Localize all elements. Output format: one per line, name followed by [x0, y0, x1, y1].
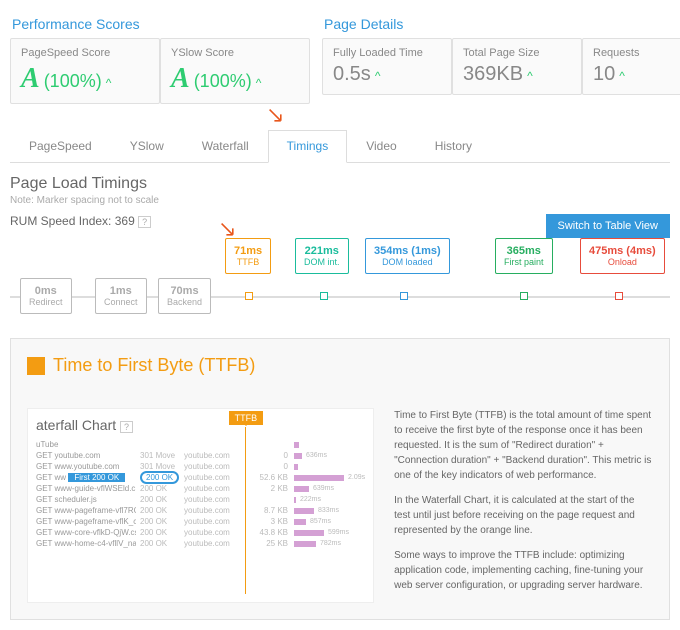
pagespeed-grade: A — [21, 63, 40, 95]
page-details-title: Page Details — [322, 10, 662, 36]
ttfb-description: Time to First Byte (TTFB) is the total a… — [394, 408, 653, 603]
requests-label: Requests — [593, 47, 680, 59]
size-label: Total Page Size — [463, 47, 571, 59]
ttfb-color-swatch — [27, 357, 45, 375]
pagespeed-score-card: PageSpeed Score A (100%) ^ — [10, 38, 160, 104]
waterfall-row: GET ww First 200 OK200 OKyoutube.com52.6… — [36, 472, 365, 483]
annotation-arrow-icon — [220, 222, 236, 238]
annotation-arrow-icon — [268, 108, 284, 124]
waterfall-row: GET www-guide-vflWSEld.c200 OKyoutube.co… — [36, 483, 365, 494]
requests-value: 10 — [593, 63, 615, 86]
page-size-card: Total Page Size 369KB ^ — [452, 38, 582, 95]
switch-table-view-button[interactable]: Switch to Table View — [546, 214, 670, 238]
yslow-grade: A — [171, 63, 190, 95]
marker-redirect: 0msRedirect — [20, 278, 72, 314]
caret-up-icon: ^ — [106, 76, 112, 90]
ttfb-vertical-line — [245, 427, 246, 594]
ttfb-title: Time to First Byte (TTFB) — [53, 355, 255, 376]
waterfall-row: GET scheduler.js200 OKyoutube.com222ms — [36, 494, 365, 505]
caret-up-icon: ^ — [256, 76, 262, 90]
waterfall-row: GET www-core-vflkD-QjW.cs200 OKyoutube.c… — [36, 527, 365, 538]
tab-video[interactable]: Video — [347, 130, 415, 162]
caret-up-icon: ^ — [375, 69, 381, 83]
timings-title: Page Load Timings — [10, 175, 670, 193]
waterfall-row: GET youtube.com301 Moveyoutube.com0636ms — [36, 450, 365, 461]
pagespeed-pct: (100%) — [44, 71, 102, 92]
marker-dom-loaded: 354ms (1ms)DOM loaded — [365, 238, 450, 274]
tab-yslow[interactable]: YSlow — [111, 130, 183, 162]
requests-card: Requests 10 ^ — [582, 38, 680, 95]
yslow-label: YSlow Score — [171, 47, 299, 59]
pagespeed-label: PageSpeed Score — [21, 47, 149, 59]
size-value: 369KB — [463, 63, 523, 86]
marker-dom-int: 221msDOM int. — [295, 238, 349, 274]
tab-timings[interactable]: Timings — [268, 130, 348, 163]
waterfall-row: GET www-pageframe-vfl7RC200 OKyoutube.co… — [36, 505, 365, 516]
first-200-tooltip: First 200 OK — [68, 473, 125, 482]
marker-ttfb: 71msTTFB — [225, 238, 271, 274]
waterfall-row: GET www-pageframe-vflK_c200 OKyoutube.co… — [36, 516, 365, 527]
marker-connect: 1msConnect — [95, 278, 147, 314]
caret-up-icon: ^ — [527, 69, 533, 83]
caret-up-icon: ^ — [619, 69, 625, 83]
marker-backend: 70msBackend — [158, 278, 211, 314]
tab-pagespeed[interactable]: PageSpeed — [10, 130, 111, 162]
loaded-time-card: Fully Loaded Time 0.5s ^ — [322, 38, 452, 95]
marker-first-paint: 365msFirst paint — [495, 238, 553, 274]
tab-history[interactable]: History — [416, 130, 491, 162]
waterfall-row: uTube — [36, 439, 365, 450]
tab-waterfall[interactable]: Waterfall — [183, 130, 268, 162]
marker-onload: 475ms (4ms)Onload — [580, 238, 665, 274]
ttfb-marker-badge: TTFB — [229, 411, 264, 425]
timings-note: Note: Marker spacing not to scale — [10, 195, 670, 206]
waterfall-chart-preview: aterfall Chart ? TTFB uTubeGET youtube.c… — [27, 408, 374, 603]
yslow-pct: (100%) — [194, 71, 252, 92]
timeline: 0msRedirect 1msConnect 70msBackend 71msT… — [10, 238, 670, 318]
waterfall-row: GET www-home-c4-vfllV_na200 OKyoutube.co… — [36, 538, 365, 549]
tabs-bar: PageSpeed YSlow Waterfall Timings Video … — [10, 130, 670, 163]
loaded-label: Fully Loaded Time — [333, 47, 441, 59]
performance-title: Performance Scores — [10, 10, 310, 36]
status-200-badge: 200 OK — [140, 471, 179, 484]
loaded-value: 0.5s — [333, 63, 371, 86]
yslow-score-card: YSlow Score A (100%) ^ — [160, 38, 310, 104]
help-icon[interactable]: ? — [138, 216, 151, 228]
waterfall-row: GET www.youtube.com301 Moveyoutube.com0 — [36, 461, 365, 472]
help-icon[interactable]: ? — [120, 421, 133, 433]
